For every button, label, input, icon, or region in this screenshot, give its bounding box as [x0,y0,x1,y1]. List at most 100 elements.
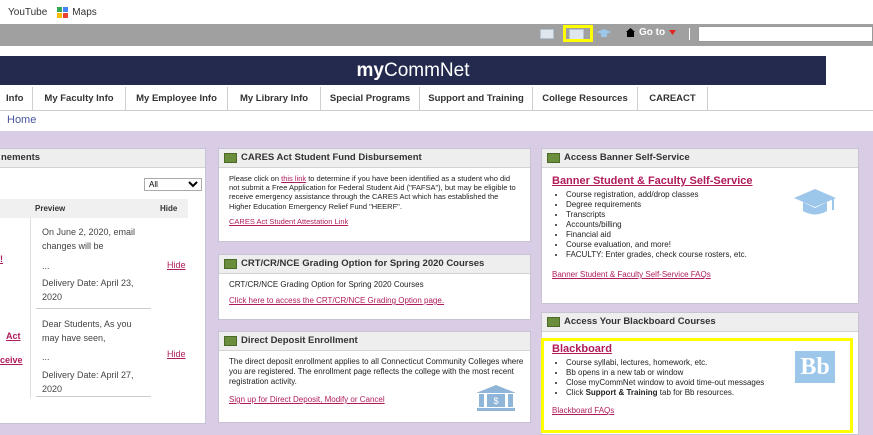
grading-header: CRT/CR/NCE Grading Option for Spring 202… [219,255,530,274]
separator [689,28,690,40]
highlight-box [563,25,593,42]
list-item-bold: Support & Training [585,388,658,397]
goto-menu[interactable]: Go to [626,27,677,38]
list-item: Financial aid [566,230,848,240]
cares-title: CARES Act Student Fund Disbursement [241,152,422,163]
brand-name: CommNet [383,60,470,81]
bookmark-maps-label: Maps [72,6,97,18]
goto-label: Go to [639,27,666,38]
hide-link[interactable]: Hide [167,260,186,270]
banner-panel: Access Banner Self-Service Banner Studen… [541,148,859,304]
preview-ellipsis: ... [42,261,50,271]
list-item-text: Click [566,388,586,397]
delivery-line: Delivery Date: April 27, [42,370,134,380]
brand-logo: myCommNet [357,60,470,81]
delivery-line: 2020 [42,292,63,302]
blackboard-heading-link[interactable]: Blackboard [552,343,612,355]
tab-my-employee-info[interactable]: My Employee Info [126,87,228,110]
panel-icon [224,259,237,269]
banner-heading-link[interactable]: Banner Student & Faculty Self-Service [552,175,753,187]
panel-icon [547,153,560,163]
bookmark-youtube-label: YouTube [8,6,48,18]
deposit-header: Direct Deposit Enrollment [219,332,530,351]
list-item-text: tab for Bb resources. [657,388,735,397]
col-preview: Preview [35,204,66,213]
divider [36,396,151,397]
cares-header: CARES Act Student Fund Disbursement [219,149,530,168]
tab-special-programs[interactable]: Special Programs [321,87,420,110]
announcement-preview: On June 2, 2020, email changes will be [42,225,135,253]
hide-link[interactable]: Hide [167,349,186,359]
tab-my-faculty-info[interactable]: My Faculty Info [33,87,126,110]
tab-support-and-training[interactable]: Support and Training [420,87,533,110]
mail-icon[interactable] [540,29,554,39]
cares-panel: CARES Act Student Fund Disbursement Plea… [218,148,531,242]
banner-header: Access Banner Self-Service [542,149,858,168]
preview-line: On June 2, 2020, email [42,227,136,237]
delivery-line: 2020 [42,384,63,394]
breadcrumb[interactable]: Home [0,111,873,130]
blackboard-logo: Bb [795,351,835,383]
divider [30,218,31,398]
search-input[interactable] [698,26,873,42]
grading-link[interactable]: Click here to access the CRT/CR/NCE Grad… [229,296,444,305]
grading-text: CRT/CR/NCE Grading Option for Spring 202… [229,280,424,289]
announcement-link[interactable]: ! [0,254,3,264]
blackboard-panel: Access Your Blackboard Courses Blackboar… [541,312,859,435]
tab-college-resources[interactable]: College Resources [533,87,638,110]
deposit-link[interactable]: Sign up for Direct Deposit, Modify or Ca… [229,395,385,404]
utility-bar: Go to [0,24,873,46]
grading-panel: CRT/CR/NCE Grading Option for Spring 202… [218,254,531,320]
list-item: FACULTY: Enter grades, check course rost… [566,250,848,260]
chevron-down-icon [669,30,677,35]
graduation-cap-icon[interactable] [597,28,611,40]
col-hide: Hide [160,204,178,213]
deposit-title: Direct Deposit Enrollment [241,335,358,346]
delivery-line: Delivery Date: April 23, [42,278,134,288]
preview-ellipsis: ... [42,352,50,362]
cares-inline-link[interactable]: this link [281,174,306,183]
bank-icon: $ [476,385,516,411]
bookmark-maps[interactable]: Maps [57,6,97,18]
list-item: Click Support & Training tab for Bb reso… [566,388,848,398]
announcements-table-header: Preview Hide [0,199,188,218]
maps-icon [57,6,69,18]
svg-text:$: $ [493,396,498,406]
preview-line: may have seen, [42,333,106,343]
deposit-panel: Direct Deposit Enrollment The direct dep… [218,331,531,423]
blackboard-header: Access Your Blackboard Courses [542,313,858,332]
announcements-header: nements [0,149,205,168]
announcements-filter[interactable]: All [144,178,202,191]
panel-icon [224,153,237,163]
cares-attestation-link[interactable]: CARES Act Student Attestation Link [229,217,348,226]
brand-prefix: my [356,60,384,81]
tab-info[interactable]: Info [0,87,33,110]
blackboard-title: Access Your Blackboard Courses [564,316,716,327]
tab-my-library-info[interactable]: My Library Info [228,87,321,110]
announcement-link[interactable]: Act [6,331,21,341]
announcements-title: nements [1,152,41,163]
bookmark-youtube[interactable]: YouTube [8,7,47,18]
main-nav: Info My Faculty Info My Employee Info My… [0,87,873,111]
panel-icon [547,317,560,327]
announcement-link[interactable]: ceive [0,355,23,365]
tab-careact[interactable]: CAREACT [638,87,708,110]
grading-title: CRT/CR/NCE Grading Option for Spring 202… [241,258,485,269]
delivery-date: Delivery Date: April 27, 2020 [42,368,134,396]
delivery-date: Delivery Date: April 23, 2020 [42,276,134,304]
preview-line: Dear Students, As you [42,319,132,329]
banner-title: Access Banner Self-Service [564,152,690,163]
banner-faq-link[interactable]: Banner Student & Faculty Self-Service FA… [552,270,711,279]
site-header: myCommNet [0,56,826,85]
home-icon [626,28,635,37]
blackboard-faq-link[interactable]: Blackboard FAQs [552,406,614,415]
divider [36,308,151,309]
graduation-cap-icon [794,189,836,215]
deposit-text: The direct deposit enrollment applies to… [229,357,524,386]
cares-text: Please click on [229,174,282,183]
list-item: Accounts/billing [566,220,848,230]
bookmarks-bar: YouTube Maps [0,0,873,24]
preview-line: changes will be [42,241,104,251]
panel-icon [224,336,237,346]
announcement-preview: Dear Students, As you may have seen, [42,317,132,345]
